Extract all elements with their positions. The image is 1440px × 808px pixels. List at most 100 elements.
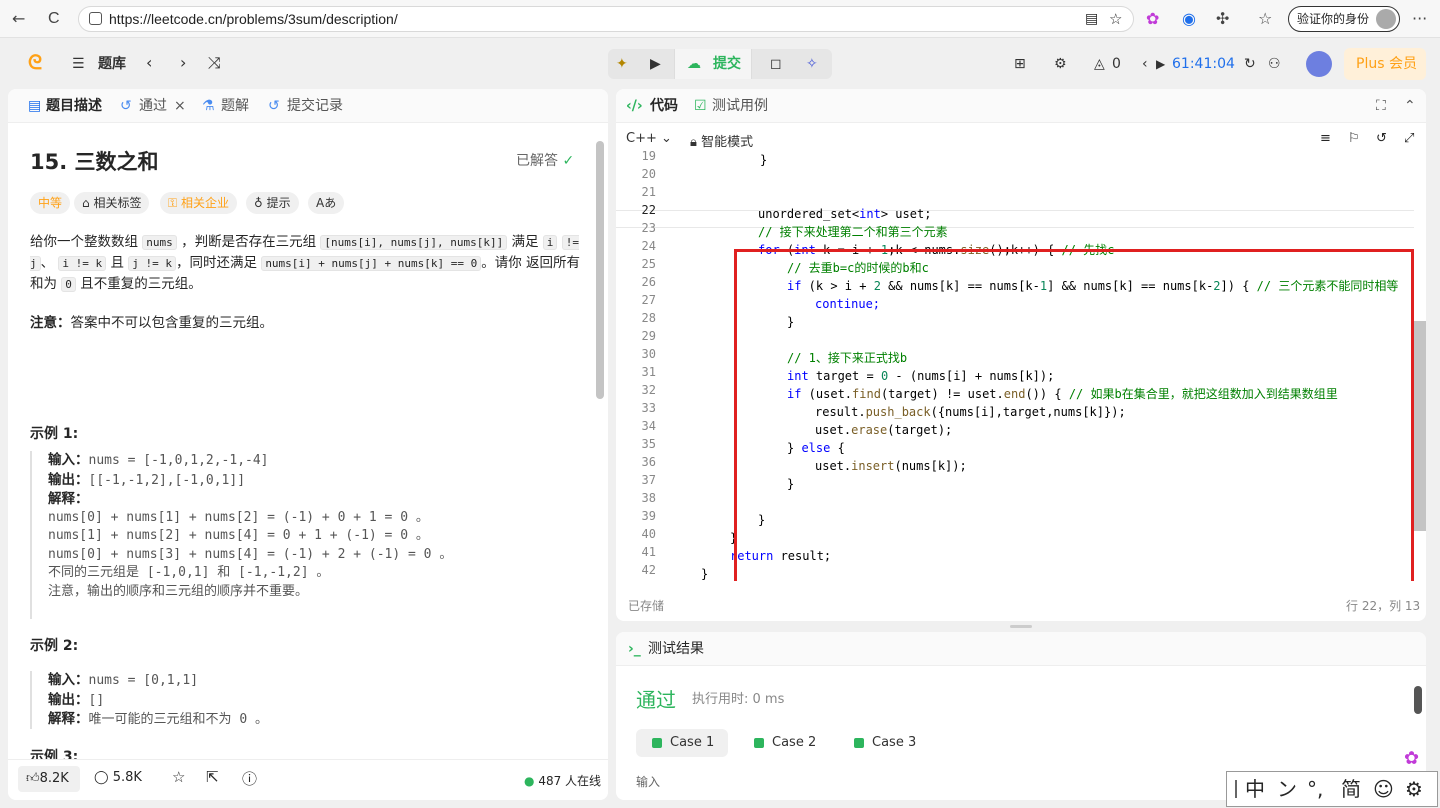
current-line-highlight: [616, 210, 1414, 228]
user-avatar[interactable]: [1306, 51, 1332, 77]
problem-title[interactable]: 15. 三数之和: [30, 147, 159, 177]
smart-mode-toggle[interactable]: 🔒︎ 智能模式: [690, 131, 753, 150]
resize-handle[interactable]: [1010, 625, 1032, 628]
plus-member-button[interactable]: Plus 会员: [1344, 48, 1426, 80]
code-line: unordered_set<int> uset;: [758, 207, 932, 221]
assistant-brain-icon[interactable]: ✿: [1404, 748, 1419, 769]
cursor-position: 行 22，列 13: [1346, 599, 1421, 613]
reader-icon[interactable]: ▤: [1085, 11, 1098, 27]
prev-problem-icon[interactable]: ‹: [146, 53, 152, 73]
verify-identity-button[interactable]: 验证你的身份: [1288, 6, 1400, 32]
ime-width-toggle[interactable]: ン: [1277, 772, 1297, 806]
layout-icon[interactable]: ⊞: [1014, 54, 1026, 74]
debug-icon[interactable]: ✦: [616, 54, 628, 74]
online-count: 487 人在线: [538, 774, 602, 788]
expand-icon[interactable]: ⤢: [1404, 131, 1414, 146]
play-timer-icon[interactable]: ▶: [1156, 54, 1165, 74]
inline-code: nums: [142, 235, 177, 250]
reset-timer-icon[interactable]: ↻: [1244, 54, 1256, 74]
back-icon[interactable]: ←: [12, 9, 25, 29]
settings-gear-icon[interactable]: ⚙: [1054, 54, 1067, 74]
highlight-annotation-box: [734, 249, 1414, 581]
submit-button[interactable]: ☁ 提交: [674, 49, 752, 79]
font-size-button[interactable]: Aあ: [308, 192, 345, 214]
line-number: 29: [641, 329, 656, 343]
tab-test-result[interactable]: 测试结果: [648, 640, 704, 658]
ai-sparkle-icon[interactable]: ✧: [806, 54, 818, 74]
ime-emoji-icon[interactable]: ☺: [1373, 772, 1394, 806]
extension-icon[interactable]: ◉: [1182, 9, 1196, 29]
tab-code[interactable]: 代码: [650, 97, 678, 115]
ime-settings-icon[interactable]: ⚙: [1405, 772, 1423, 806]
reset-code-icon[interactable]: ↺: [1376, 131, 1387, 146]
ime-punctuation-toggle[interactable]: °,: [1307, 772, 1323, 806]
list-icon: ☰: [72, 56, 85, 72]
note-icon[interactable]: ◻: [770, 54, 782, 74]
problemset-link[interactable]: 题库: [98, 54, 126, 74]
tab-description[interactable]: 题目描述: [46, 97, 102, 115]
case-tab-1[interactable]: Case 1: [636, 729, 729, 757]
ime-mode-chinese[interactable]: 中: [1245, 772, 1265, 806]
scrollbar-thumb[interactable]: [596, 141, 604, 399]
result-scrollbar-thumb[interactable]: [1414, 686, 1422, 714]
help-icon[interactable]: ⓘ: [242, 768, 257, 789]
bookmark-icon[interactable]: ⚐: [1348, 131, 1360, 146]
thumbs-up-icon: 👍︎: [26, 771, 40, 786]
case-tab-2[interactable]: Case 2: [738, 729, 830, 757]
extension-brain-icon[interactable]: ✿: [1146, 9, 1159, 29]
runtime: 执行用时: 0 ms: [692, 692, 785, 707]
comment-count: 5.8K: [112, 770, 142, 785]
tab-testcase[interactable]: 测试用例: [712, 97, 768, 115]
extensions-puzzle-icon[interactable]: ✣: [1216, 9, 1229, 29]
line-number: 40: [641, 527, 656, 541]
shuffle-icon[interactable]: ⤨: [208, 53, 221, 73]
refresh-icon[interactable]: C: [48, 9, 60, 29]
ime-simplified-toggle[interactable]: 简: [1341, 772, 1361, 806]
fullscreen-icon[interactable]: ⛶: [1376, 97, 1386, 115]
address-bar[interactable]: https://leetcode.cn/problems/3sum/descri…: [78, 6, 1134, 32]
more-menu-icon[interactable]: ···: [1412, 9, 1427, 29]
run-icon[interactable]: ▶: [650, 54, 661, 74]
line-number: 42: [641, 563, 656, 577]
ime-toolbar: 中 ン °, 简 ☺ ⚙: [1226, 771, 1438, 807]
format-icon[interactable]: ≡: [1320, 131, 1331, 146]
code-line: }: [760, 153, 768, 167]
collapse-timer-icon[interactable]: ‹: [1142, 54, 1148, 74]
like-button[interactable]: 👍︎8.2K: [18, 766, 80, 792]
language-select[interactable]: C++ ⌄: [626, 131, 672, 146]
case-tab-3[interactable]: Case 3: [838, 729, 930, 757]
example2-title: 示例 2:: [30, 638, 79, 654]
explain-line: 注意，输出的顺序和三元组的顺序并不重要。: [48, 583, 309, 599]
favorite-star-icon[interactable]: ☆: [172, 768, 185, 786]
ime-drag-handle[interactable]: [1235, 780, 1237, 798]
comments-button[interactable]: ◯ 5.8K: [94, 770, 142, 785]
code-line: // 接下来处理第二个和第三个元素: [758, 225, 948, 239]
close-tab-icon[interactable]: ×: [174, 97, 186, 115]
desc-text: ，判断是否存在三元组: [181, 234, 317, 250]
favorite-star-icon[interactable]: ☆: [1109, 10, 1122, 28]
favorites-icon[interactable]: ☆: [1258, 9, 1272, 29]
leetcode-logo-icon[interactable]: ᘓ: [28, 52, 42, 72]
collapse-icon[interactable]: ⌃: [1404, 97, 1416, 115]
next-problem-icon[interactable]: ›: [180, 53, 186, 73]
line-number: 31: [641, 365, 656, 379]
editor-scrollbar-thumb[interactable]: [1414, 321, 1426, 531]
note-text: 答案中不可以包含重复的三元组。: [70, 315, 274, 331]
example2-block: 输入：nums = [0,1,1] 输出：[] 解释：唯一可能的三元组和不为 0…: [30, 671, 590, 729]
code-editor[interactable]: 19 20 21 22 23 24 25 26 27 28 29 30 31 32 33 34 35 36 37 38…: [616, 151, 1414, 581]
tag-icon: ⌂: [82, 196, 90, 210]
related-tags-button[interactable]: ⌂ 相关标签: [74, 192, 150, 214]
related-companies-button[interactable]: ⚿ 相关企业: [160, 192, 237, 214]
online-dot-icon: ●: [524, 774, 535, 788]
hint-button[interactable]: ♁ 提示: [246, 192, 299, 214]
tab-submissions[interactable]: 提交记录: [287, 97, 343, 115]
output-label: 输出：: [48, 471, 89, 488]
share-icon[interactable]: ⇱: [206, 768, 219, 786]
tab-solutions[interactable]: 题解: [221, 97, 249, 115]
example-input: nums = [-1,0,1,2,-1,-4]: [88, 453, 269, 468]
add-friend-icon[interactable]: ⚇: [1268, 54, 1281, 74]
tab-accepted[interactable]: 通过: [139, 97, 167, 115]
line-number: 36: [641, 455, 656, 469]
timer-widget[interactable]: ‹ ▶ 61:41:04 ↻ ⚇: [1138, 49, 1290, 79]
lock-icon: ⚿: [168, 196, 178, 210]
